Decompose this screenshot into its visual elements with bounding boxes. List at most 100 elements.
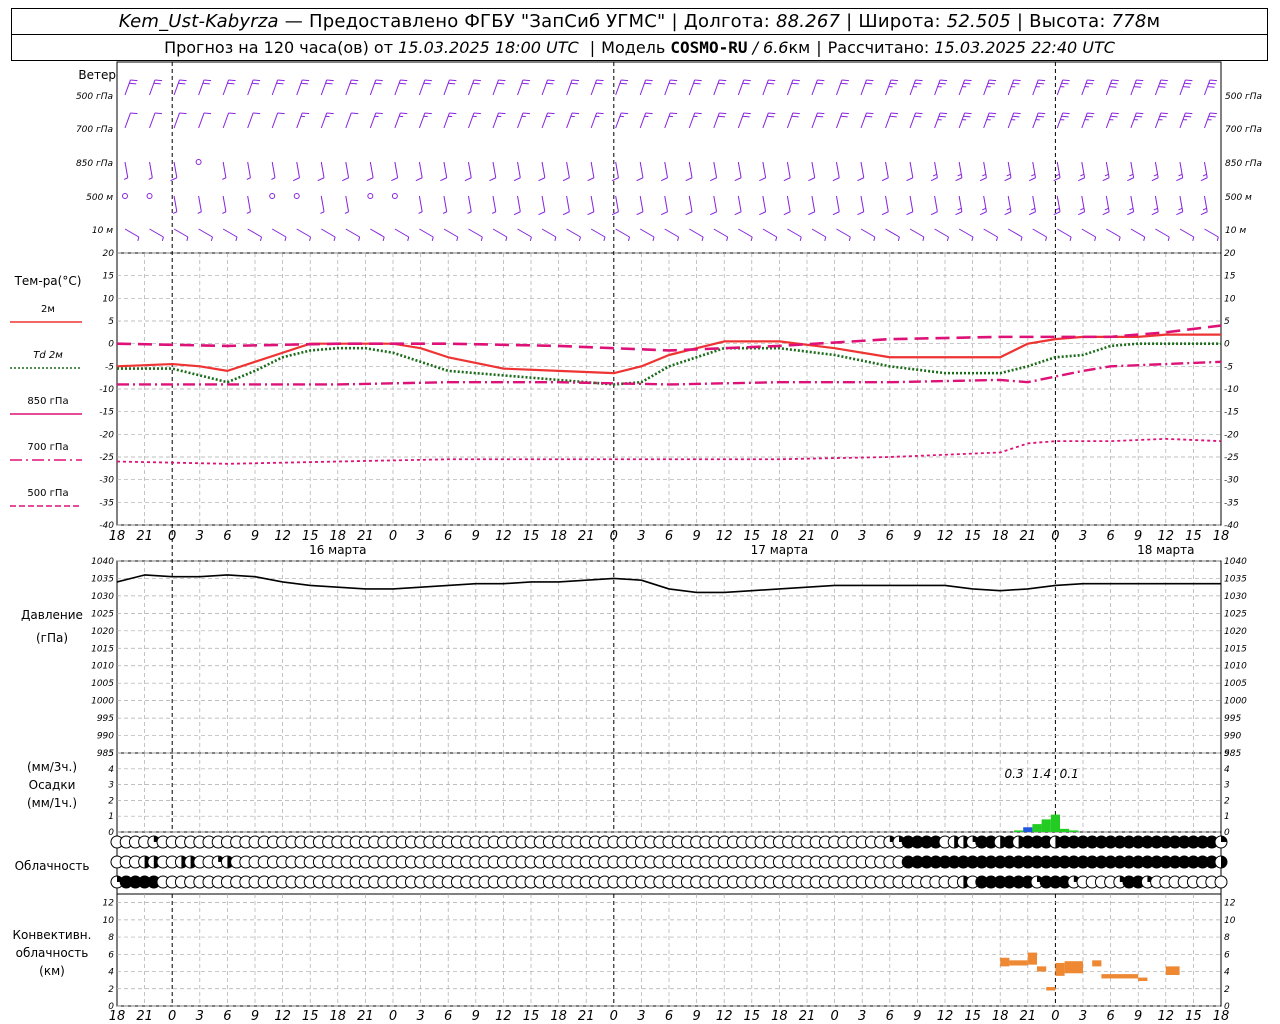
cloud-symbol (1214, 875, 1228, 889)
wind-barb (345, 79, 352, 96)
time-tick-label: 9 (692, 1009, 700, 1024)
wind-calm (293, 193, 300, 199)
ytick-left-pres: 1030 (91, 592, 114, 602)
wind-barb-feather (719, 112, 727, 115)
wind-barb (1106, 228, 1121, 238)
wind-barb-feather (467, 211, 472, 214)
wind-barb-feather (816, 115, 824, 118)
wind-barb (124, 228, 140, 238)
time-tick-label: 18 (1213, 529, 1230, 544)
time-tick-label: 9 (251, 529, 259, 544)
wind-barb-feather (1207, 86, 1215, 88)
wind-calm (122, 193, 128, 199)
wind-barb-feather (628, 236, 631, 241)
ytick-right-prec: 4 (1224, 765, 1230, 775)
wind-barb (762, 195, 767, 212)
wind-barb-feather (1159, 82, 1167, 85)
time-tick-label: 0 (830, 529, 838, 544)
wind-barb-feather (1102, 211, 1110, 216)
ytick-left-conv: 8 (108, 933, 114, 943)
wind-barb-feather (726, 236, 729, 241)
wind-barb-feather (1178, 207, 1183, 211)
wind-barb-feather (889, 82, 897, 85)
wind-barb-feather (644, 82, 652, 85)
wind-barb-feather (636, 211, 644, 216)
time-tick-label: 18 (992, 1009, 1009, 1024)
wind-barb-feather (1061, 115, 1069, 118)
wind-barb (418, 112, 426, 129)
wind-barb-feather (350, 82, 358, 85)
wind-barb-feather (840, 82, 848, 85)
wind-barb-feather (570, 82, 578, 85)
time-tick-label: 12 (937, 1009, 954, 1024)
wind-barb-feather (1087, 79, 1095, 82)
wind-barb-feather (897, 236, 900, 241)
wind-barb (639, 195, 644, 212)
wind-barb-feather (1053, 211, 1061, 216)
wind-barb-feather (400, 112, 408, 115)
time-tick-label: 3 (858, 1009, 866, 1024)
wind-barb-feather (529, 236, 532, 241)
wind-barb (639, 228, 655, 238)
wind-barb-feather (178, 82, 186, 85)
ytick-left-prec: 1 (108, 812, 114, 822)
wind-barb-feather (480, 236, 483, 241)
wind-barb (811, 112, 818, 129)
wind-barb (320, 161, 325, 178)
ytick-left-temp: -25 (99, 453, 114, 463)
wind-barb-feather (235, 236, 238, 241)
wind-barb-feather (418, 211, 423, 214)
wind-barb-feather (170, 177, 178, 182)
wind-barb-feather (148, 177, 153, 180)
time-tick-label: 9 (692, 529, 700, 544)
wind-barb-feather (768, 79, 776, 82)
wind-barb-feather (857, 177, 864, 182)
wind-barb-feather (668, 82, 677, 85)
wind-barb-feather (603, 236, 606, 241)
wind-barb (639, 161, 644, 178)
wind-barb (713, 79, 720, 96)
wind-barb-feather (382, 236, 385, 241)
ytick-left-pres: 1020 (91, 627, 114, 637)
wind-barb (149, 228, 164, 238)
wind-barb (713, 195, 718, 212)
wind-barb-feather (130, 112, 138, 115)
wind-barb-feather (1053, 177, 1061, 182)
precip-sum-label: 1.4 (1032, 767, 1051, 781)
wind-barb-feather (1118, 236, 1121, 241)
wind-barb (247, 228, 262, 238)
wind-barb-feather (783, 177, 791, 182)
time-tick-label: 0 (610, 1009, 618, 1024)
wind-barb-feather (743, 112, 751, 115)
wind-barb-feather (1004, 211, 1012, 216)
wind-barb (271, 161, 276, 178)
wind-barb-feather (840, 115, 848, 118)
wind-barb (394, 112, 401, 129)
wind-barb (934, 79, 941, 96)
wind-barb (517, 161, 521, 178)
wind-barb (222, 161, 227, 178)
wind-barb-feather (677, 236, 680, 241)
wind-barb (958, 79, 966, 96)
ytick-right-temp: -15 (1224, 408, 1239, 418)
wind-barb (688, 161, 693, 178)
wind-barb-feather (179, 79, 187, 82)
time-tick-label: 9 (472, 1009, 480, 1024)
time-tick-label: 21 (357, 529, 374, 544)
wind-barb (467, 195, 472, 212)
conv-cloud-bar (1046, 987, 1056, 991)
wind-barb (271, 228, 287, 238)
wind-barb-feather (873, 236, 876, 241)
wind-barb (688, 79, 696, 96)
wind-barb (1007, 112, 1015, 129)
wind-barb-feather (1078, 177, 1085, 182)
precip-bar (1060, 828, 1070, 832)
wind-barb (639, 112, 647, 129)
wind-barb-feather (129, 82, 137, 85)
wind-barb-feather (300, 82, 309, 85)
wind-barb-feather (881, 211, 889, 216)
wind-barb-feather (1031, 207, 1036, 211)
date-label: 16 марта (309, 543, 366, 557)
ytick-left-pres: 1015 (91, 644, 114, 654)
wind-barb (737, 161, 742, 178)
